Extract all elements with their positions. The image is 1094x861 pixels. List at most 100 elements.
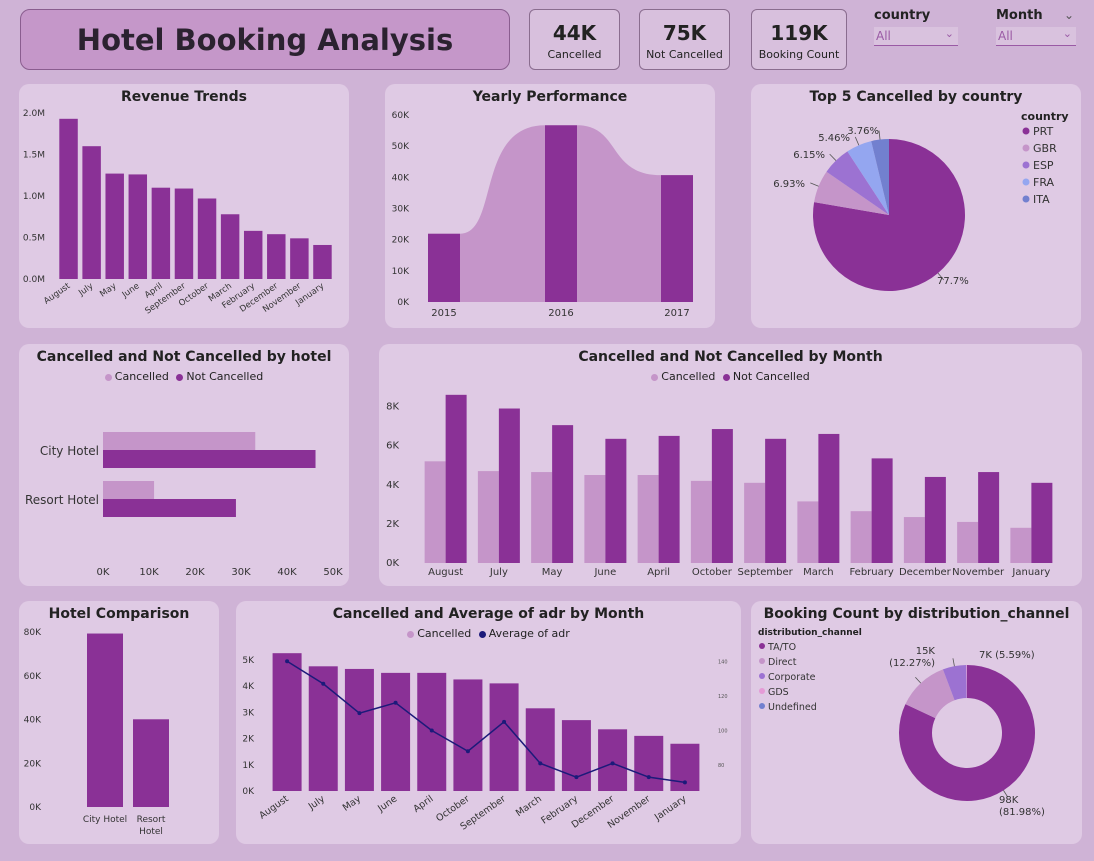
country-dropdown[interactable]: All ⌄	[874, 27, 958, 46]
adr-point	[357, 711, 362, 716]
pie-value-label: (81.98%)	[999, 807, 1045, 818]
not-cancelled-bar	[818, 433, 840, 563]
y-tick-label: 10K	[392, 267, 410, 277]
hotel-comparison-chart: 0K 20K 40K 60K 80K City Hotel Resort Hotel	[24, 628, 169, 837]
legend-dot-icon	[759, 658, 765, 664]
not-cancelled-bar	[924, 476, 946, 563]
y-tick-label: 0.0M	[23, 275, 45, 285]
pie-value-label: 5.46%	[818, 133, 850, 144]
legend-label: Corporate	[768, 672, 816, 683]
revenue-bar	[128, 174, 148, 279]
y-tick-label: 20K	[392, 236, 410, 246]
cancelled-bar	[525, 708, 555, 791]
chevron-down-icon: ⌄	[1062, 27, 1072, 40]
x-tick-label: 10K	[139, 567, 159, 578]
x-tick-label: January	[1011, 567, 1050, 578]
adr-point	[538, 761, 543, 766]
y-tick-label: 0K	[29, 803, 42, 813]
kpi-not-cancelled-value: 75K	[662, 21, 707, 45]
x-tick-label: September	[737, 567, 793, 578]
pie-value-label: 15K	[916, 646, 936, 657]
x-tick-label: June	[593, 567, 616, 578]
cancelled-bar	[272, 653, 302, 791]
hotel-cancel-card: Cancelled and Not Cancelled by hotel Can…	[19, 344, 349, 586]
x-tick-label: 2017	[664, 308, 689, 319]
y-tick-label: 20K	[24, 759, 42, 769]
cancelled-bar	[690, 480, 712, 563]
legend-title: country	[1021, 110, 1069, 123]
y-tick-label: 0K	[397, 298, 410, 308]
country-slicer-title: country	[874, 8, 931, 23]
legend-label: Undefined	[768, 702, 817, 713]
dashboard-title: Hotel Booking Analysis	[76, 22, 454, 57]
legend-label: GBR	[1033, 142, 1057, 155]
revenue-bar	[197, 198, 217, 279]
yearly-performance-card: Yearly Performance 0K 10K 20K 30K 40K 50K 60K 2…	[385, 84, 715, 328]
hotel-comparison-card: Hotel Comparison 0K 20K 40K 60K 80K City Hote…	[19, 601, 219, 844]
cancelled-bar	[489, 683, 519, 791]
x-tick-label: June	[375, 793, 399, 815]
x-tick-label: May	[341, 793, 364, 813]
x-tick-label: 30K	[231, 567, 251, 578]
y-tick-label: 2.0M	[23, 109, 45, 119]
y-category-label: City Hotel	[40, 444, 99, 458]
cancelled-bar	[561, 720, 591, 791]
yearly-bar	[545, 125, 577, 302]
y-tick-label: 2K	[386, 519, 399, 530]
country-slicer: country All ⌄	[874, 8, 958, 46]
leader-line	[878, 130, 881, 140]
cancelled-bar	[637, 475, 659, 563]
revenue-bar	[105, 173, 124, 279]
cancelled-bar	[598, 729, 628, 791]
revenue-trends-chart: 0.0M0.5M1.0M1.5M2.0MAugust July May June Apr…	[23, 109, 332, 316]
x-tick-label: April	[411, 793, 435, 814]
y-tick-label: 60K	[392, 111, 410, 121]
y-tick-label: 4K	[242, 682, 255, 692]
cancelled-bar	[453, 679, 483, 791]
cancelled-bar	[957, 521, 979, 563]
y-tick-label: 5K	[242, 656, 255, 666]
revenue-bar	[151, 187, 171, 279]
not-cancelled-bar	[658, 435, 680, 563]
kpi-cancelled-card: 44K Cancelled	[529, 9, 620, 70]
y-tick-label: 30K	[392, 205, 410, 215]
yearly-bar	[428, 233, 460, 302]
dashboard-title-box: Hotel Booking Analysis	[20, 9, 510, 70]
channel-chart: distribution_channel TA/TO Direct Corporate…	[758, 628, 1045, 818]
x-tick-label: July	[306, 793, 327, 813]
legend-label: FRA	[1033, 176, 1055, 189]
y-tick-label: 60K	[24, 672, 42, 682]
cancelled-bar	[584, 475, 606, 563]
cancelled-bar	[744, 482, 766, 563]
legend-dot-icon	[1022, 127, 1030, 135]
month-dropdown-value: All	[998, 29, 1013, 43]
cancelled-bar	[903, 517, 925, 563]
not-cancelled-bar	[605, 438, 627, 563]
y-category-label: Resort Hotel	[25, 493, 99, 507]
x-tick-label: 20K	[185, 567, 205, 578]
cancelled-bar	[381, 672, 411, 791]
revenue-bar	[174, 188, 194, 279]
kpi-booking-count-card: 119K Booking Count	[751, 9, 847, 70]
cancelled-bar	[850, 511, 872, 563]
legend-label: ITA	[1033, 193, 1050, 206]
x-tick-label: 40K	[277, 567, 297, 578]
chevron-down-icon[interactable]: ⌄	[1064, 8, 1074, 22]
adr-point	[393, 700, 398, 705]
not-cancelled-bar	[103, 450, 316, 468]
hotel-comparison-bar	[133, 719, 169, 807]
adr-point	[646, 775, 651, 780]
revenue-bar	[220, 214, 240, 279]
revenue-bar	[59, 118, 78, 279]
y-tick-label: 4K	[386, 480, 399, 491]
adr-point	[285, 659, 290, 664]
x-tick-label: May	[98, 281, 118, 299]
y-tick-label: 2K	[242, 735, 255, 745]
y-tick-label: 1K	[242, 761, 255, 771]
country-dropdown-value: All	[876, 29, 891, 43]
x-tick-label: December	[899, 567, 952, 578]
not-cancelled-bar	[103, 499, 236, 517]
adr-chart: 0K 1K 2K 3K 4K 5K 80 100 120 140 August July May June…	[242, 653, 728, 833]
legend-dot-icon	[1022, 178, 1030, 186]
month-dropdown[interactable]: All ⌄	[996, 27, 1076, 46]
